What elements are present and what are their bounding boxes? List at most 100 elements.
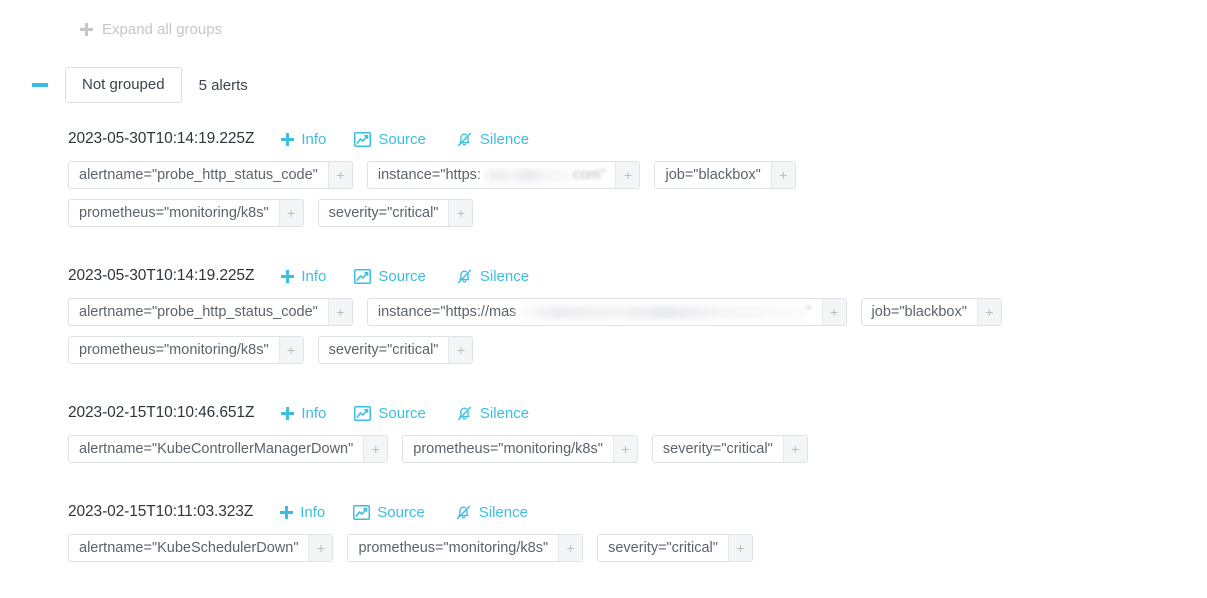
label-chip-text: prometheus="monitoring/k8s" [79, 342, 269, 359]
alert-labels: alertname="KubeControllerManagerDown" + pr… [68, 435, 1028, 473]
source-label: Source [378, 404, 426, 422]
plus-icon [281, 406, 295, 420]
alert-list: 2023-05-30T10:14:19.225Z Info Source Silenc… [0, 128, 1207, 572]
info-label: Info [301, 130, 327, 148]
silence-label: Silence [478, 503, 528, 521]
expand-all-groups-label: Expand all groups [102, 20, 223, 38]
plus-icon [80, 22, 93, 36]
source-label: Source [378, 130, 426, 148]
silence-button[interactable]: Silence [456, 268, 529, 285]
alert-timestamp: 2023-02-15T10:10:46.651Z [68, 404, 255, 422]
line-chart-icon [353, 504, 371, 520]
label-chip[interactable]: job="blackbox" + [654, 161, 796, 190]
label-chip-add-button[interactable]: + [448, 200, 473, 227]
redacted-text [480, 168, 573, 182]
alert-item: 2023-02-15T10:10:46.651Z Info Source Silenc… [68, 402, 1207, 473]
alert-labels: alertname="probe_http_status_code" + insta… [68, 298, 1028, 374]
plus-icon [281, 269, 295, 283]
alert-timestamp: 2023-05-30T10:14:19.225Z [68, 267, 255, 285]
group-alert-count: 5 alerts [198, 76, 248, 94]
label-chip[interactable]: prometheus="monitoring/k8s" + [347, 534, 584, 563]
label-chip-text: alertname="KubeSchedulerDown" [79, 540, 299, 557]
label-chip[interactable]: alertname="KubeControllerManagerDown" + [68, 435, 389, 464]
label-chip-add-button[interactable]: + [558, 535, 583, 562]
expand-all-groups-button[interactable]: Expand all groups [0, 0, 1207, 40]
silence-label: Silence [479, 267, 530, 285]
label-chip-add-button[interactable]: + [770, 162, 795, 189]
label-chip-add-button[interactable]: + [976, 299, 1001, 326]
label-chip-add-button[interactable]: + [278, 200, 303, 227]
source-button[interactable]: Source [353, 504, 425, 521]
alert-labels: alertname="KubeSchedulerDown" + prometheus… [68, 534, 1028, 572]
plus-icon [280, 505, 294, 519]
label-chip-text: instance="https://mas " [377, 304, 812, 321]
label-chip[interactable]: severity="critical" + [597, 534, 753, 563]
info-button[interactable]: Info [281, 268, 326, 285]
alert-header: 2023-02-15T10:10:46.651Z Info Source Silenc… [68, 402, 1207, 424]
bell-slash-icon [456, 405, 473, 422]
alert-timestamp: 2023-02-15T10:11:03.323Z [68, 503, 254, 521]
source-label: Source [378, 267, 426, 285]
alert-labels: alertname="probe_http_status_code" + insta… [68, 161, 1028, 237]
minus-icon[interactable] [32, 78, 48, 92]
label-chip[interactable]: alertname="probe_http_status_code" + [68, 298, 353, 327]
label-chip[interactable]: severity="critical" + [317, 336, 474, 365]
label-chip-text: prometheus="monitoring/k8s" [79, 205, 269, 222]
label-chip-text: severity="critical" [328, 342, 439, 359]
label-chip-text: severity="critical" [662, 441, 773, 458]
label-chip-text: severity="critical" [608, 540, 718, 557]
alert-item: 2023-05-30T10:14:19.225Z Info Source Silenc… [68, 265, 1207, 374]
redacted-text [516, 305, 807, 319]
label-chip[interactable]: severity="critical" + [317, 199, 474, 228]
label-chip-add-button[interactable]: + [448, 337, 473, 364]
label-chip-text: instance="https: com" [377, 167, 606, 184]
label-chip-add-button[interactable]: + [363, 436, 388, 463]
label-chip-text: alertname="probe_http_status_code" [79, 304, 318, 321]
label-chip-add-button[interactable]: + [278, 337, 303, 364]
source-button[interactable]: Source [354, 268, 426, 285]
info-button[interactable]: Info [281, 405, 326, 422]
silence-button[interactable]: Silence [456, 405, 529, 422]
info-label: Info [301, 404, 327, 422]
alert-timestamp: 2023-05-30T10:14:19.225Z [68, 130, 255, 148]
alert-header: 2023-05-30T10:14:19.225Z Info Source Silenc… [68, 128, 1207, 150]
group-name-button[interactable]: Not grouped [65, 67, 182, 104]
line-chart-icon [354, 405, 372, 421]
alert-item: 2023-05-30T10:14:19.225Z Info Source Silenc… [68, 128, 1207, 237]
silence-button[interactable]: Silence [455, 504, 528, 521]
label-chip-add-button[interactable]: + [727, 535, 752, 562]
label-chip[interactable]: alertname="probe_http_status_code" + [68, 161, 353, 190]
label-chip-add-button[interactable]: + [615, 162, 640, 189]
info-button[interactable]: Info [280, 504, 325, 521]
source-button[interactable]: Source [354, 405, 426, 422]
label-chip[interactable]: instance="https://mas " + [366, 298, 847, 327]
info-label: Info [301, 267, 327, 285]
alert-header: 2023-02-15T10:11:03.323Z Info Source Silenc… [68, 501, 1207, 523]
label-chip[interactable]: prometheus="monitoring/k8s" + [402, 435, 638, 464]
label-chip-add-button[interactable]: + [327, 162, 352, 189]
label-chip-text: prometheus="monitoring/k8s" [413, 441, 603, 458]
label-chip[interactable]: prometheus="monitoring/k8s" + [68, 336, 304, 365]
label-chip-text: prometheus="monitoring/k8s" [358, 540, 549, 557]
label-chip-text: severity="critical" [328, 205, 439, 222]
label-chip[interactable]: alertname="KubeSchedulerDown" + [68, 534, 334, 563]
alert-list-page: Expand all groups Not grouped 5 alerts 2… [0, 0, 1207, 572]
label-chip-add-button[interactable]: + [327, 299, 352, 326]
line-chart-icon [354, 131, 372, 147]
info-button[interactable]: Info [281, 131, 326, 148]
label-chip-add-button[interactable]: + [782, 436, 807, 463]
label-chip-add-button[interactable]: + [308, 535, 333, 562]
label-chip-text: alertname="KubeControllerManagerDown" [79, 441, 354, 458]
alert-header: 2023-05-30T10:14:19.225Z Info Source Silenc… [68, 265, 1207, 287]
label-chip[interactable]: prometheus="monitoring/k8s" + [68, 199, 304, 228]
label-chip-text: alertname="probe_http_status_code" [79, 167, 318, 184]
label-chip-add-button[interactable]: + [821, 299, 846, 326]
label-chip[interactable]: severity="critical" + [651, 435, 808, 464]
label-chip-text: job="blackbox" [665, 167, 761, 184]
label-chip[interactable]: instance="https: com" + [366, 161, 641, 190]
info-label: Info [300, 503, 326, 521]
silence-button[interactable]: Silence [456, 131, 529, 148]
source-button[interactable]: Source [354, 131, 426, 148]
label-chip-add-button[interactable]: + [612, 436, 637, 463]
label-chip[interactable]: job="blackbox" + [860, 298, 1002, 327]
